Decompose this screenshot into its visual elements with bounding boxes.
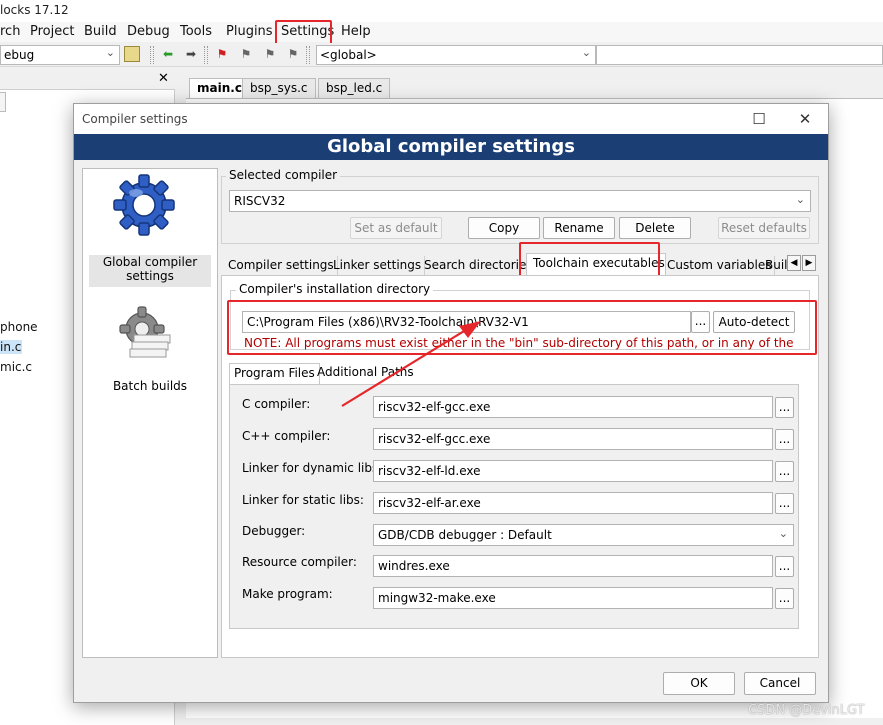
annotation-arrow xyxy=(341,321,481,407)
build-target-select[interactable]: ebug ⌄ xyxy=(0,45,120,65)
build-target-value: ebug xyxy=(4,48,35,62)
cancel-button[interactable]: Cancel xyxy=(744,672,816,695)
menu-debug[interactable]: Debug xyxy=(127,24,170,39)
pane-tab-stub[interactable] xyxy=(0,92,6,112)
editor-tab-bsp-led[interactable]: bsp_led.c xyxy=(318,78,391,98)
menu-help[interactable]: Help xyxy=(341,24,371,39)
ide-title: locks 17.12 xyxy=(0,3,69,17)
compiler-settings-dialog: Compiler settings ☐ ✕ Global compiler se… xyxy=(73,103,829,703)
toolbar: ebug ⌄ ⬅ ➡ ⚑ ⚑ ⚑ ⚑ <global> ⌄ xyxy=(0,43,883,67)
menu-bar: rch Project Build Debug Tools Plugins Se… xyxy=(0,22,883,42)
forward-arrow-icon[interactable]: ➡ xyxy=(183,46,199,62)
chevron-down-icon: ⌄ xyxy=(581,46,591,59)
close-icon[interactable]: ✕ xyxy=(158,71,169,86)
editor-tab-bsp-sys[interactable]: bsp_sys.c xyxy=(242,78,316,98)
ok-button[interactable]: OK xyxy=(663,672,735,695)
global-scope-select[interactable]: <global> ⌄ xyxy=(316,45,596,65)
tree-item[interactable]: mic.c xyxy=(0,360,32,374)
toolbar-separator xyxy=(150,46,154,64)
management-pane-header: ✕ xyxy=(0,70,175,90)
watermark: CSDN @DevinLGT xyxy=(748,703,865,718)
menu-tools[interactable]: Tools xyxy=(180,24,212,39)
back-arrow-icon[interactable]: ⬅ xyxy=(160,46,176,62)
ide-title-bar: locks 17.12 xyxy=(0,0,883,22)
clear-bookmarks-icon[interactable]: ⚑ xyxy=(285,46,301,62)
toolbar-separator xyxy=(306,46,310,64)
toolbar-separator xyxy=(204,46,208,64)
editor-tab-main[interactable]: main.c xyxy=(189,78,250,98)
menu-project[interactable]: Project xyxy=(30,24,74,39)
global-scope-value: <global> xyxy=(320,48,377,62)
prev-bookmark-icon[interactable]: ⚑ xyxy=(238,46,254,62)
bookmark-flag-icon[interactable]: ⚑ xyxy=(214,46,230,62)
tree-item-selected[interactable]: in.c xyxy=(0,340,22,354)
next-bookmark-icon[interactable]: ⚑ xyxy=(262,46,278,62)
menu-search[interactable]: rch xyxy=(0,24,20,39)
function-select[interactable] xyxy=(596,45,883,65)
build-options-icon[interactable] xyxy=(124,46,140,62)
menu-build[interactable]: Build xyxy=(84,24,117,39)
chevron-down-icon: ⌄ xyxy=(105,46,115,59)
tree-item[interactable]: phone xyxy=(0,320,38,334)
menu-plugins[interactable]: Plugins xyxy=(226,24,273,39)
